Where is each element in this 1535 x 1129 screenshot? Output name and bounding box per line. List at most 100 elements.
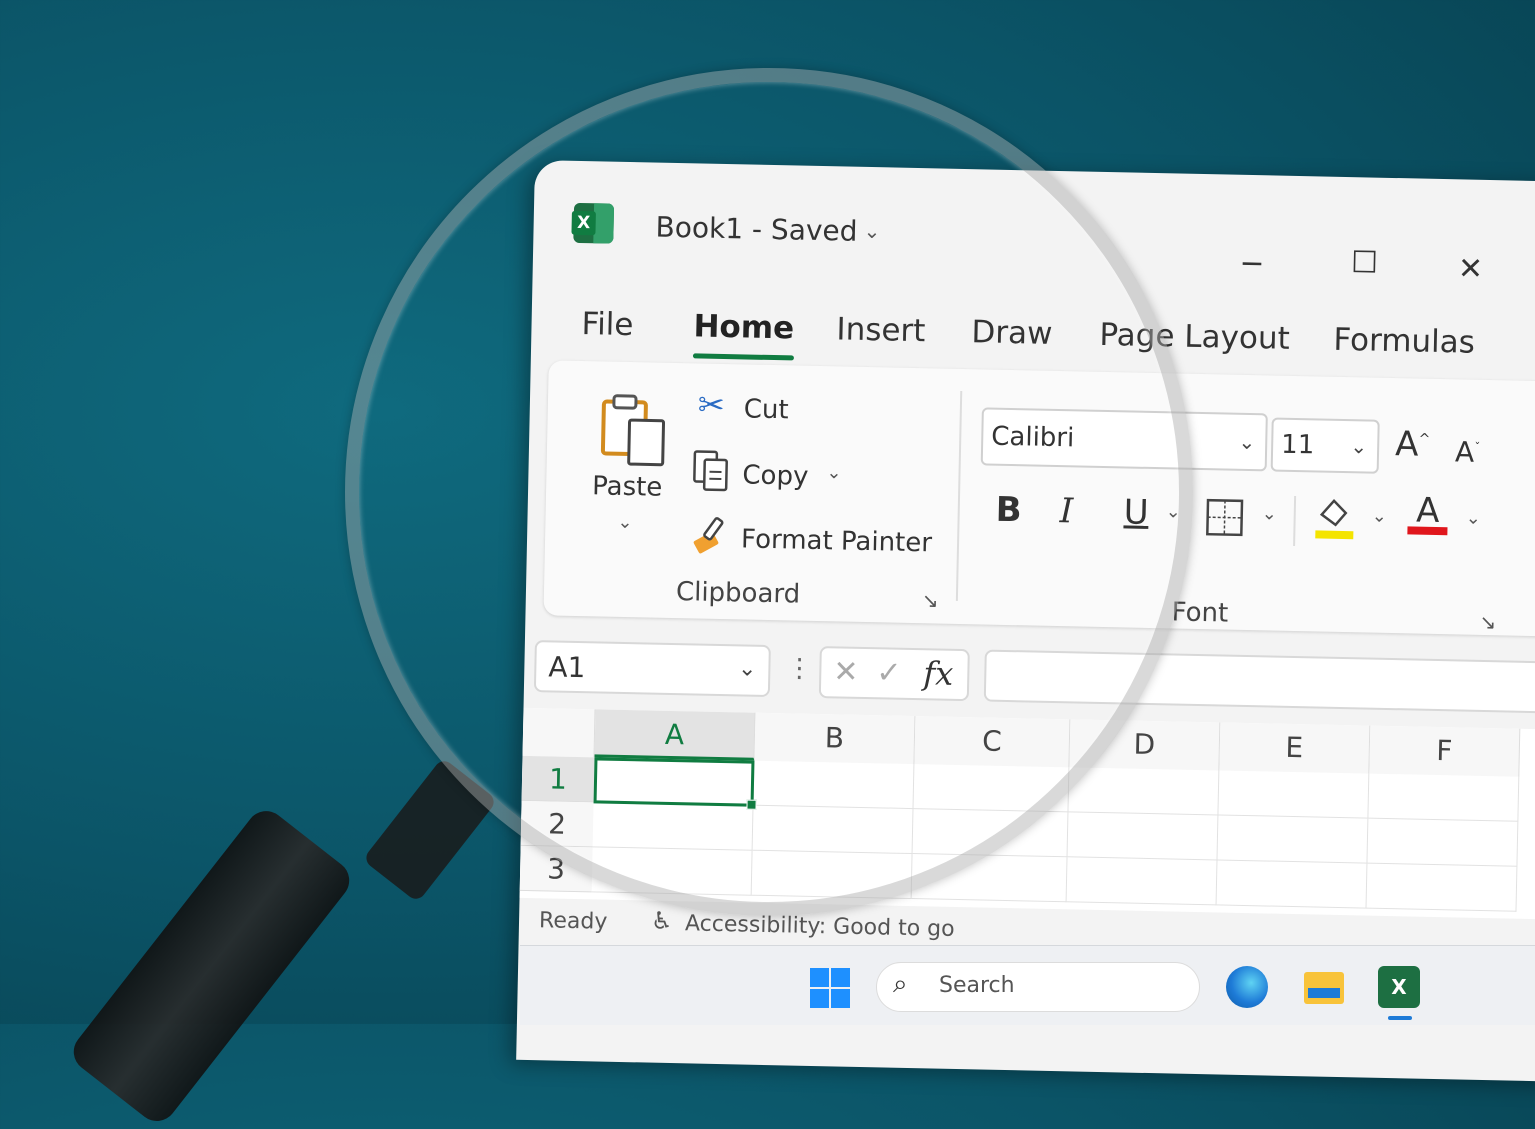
paste-chevron-down-icon[interactable]: ⌄ [617,512,633,533]
cell-d3[interactable] [1067,857,1218,905]
cell-b3[interactable] [752,851,913,899]
font-name-box[interactable]: Calibri ⌄ [981,407,1268,471]
status-ready: Ready [539,908,608,934]
windows-start-icon[interactable] [810,968,850,1008]
copy-button[interactable]: Copy [742,460,809,491]
underline-chevron-down-icon[interactable]: ⌄ [1166,501,1182,522]
increase-font-size-button[interactable]: A^ [1395,424,1431,465]
group-separator [956,391,962,601]
column-header-f[interactable]: F [1369,726,1520,777]
accessibility-status[interactable]: Accessibility: Good to go [685,911,955,942]
tab-file[interactable]: File [581,306,634,343]
insert-function-button[interactable]: fx [923,654,954,693]
copy-icon[interactable] [692,449,731,494]
maximize-button[interactable]: ☐ [1351,245,1379,281]
document-title[interactable]: Book1 - Saved [655,211,858,248]
excel-window: X Book1 - Saved ⌄ ─ ☐ ✕ File Home Insert… [516,160,1535,1082]
paste-icon[interactable] [599,391,671,467]
column-header-b[interactable]: B [754,713,915,764]
cell-b2[interactable] [753,806,914,854]
format-painter-button[interactable]: Format Painter [741,524,933,558]
tab-formulas[interactable]: Formulas [1333,322,1475,361]
cell-b1[interactable] [754,761,915,809]
column-header-d[interactable]: D [1069,719,1220,770]
scissors-icon[interactable]: ✂ [698,385,726,424]
column-header-e[interactable]: E [1219,722,1370,773]
row-header-1[interactable]: 1 [522,756,595,802]
title-bar: X Book1 - Saved ⌄ ─ ☐ ✕ [532,160,1535,302]
column-header-a[interactable]: A [595,709,756,760]
cell-d2[interactable] [1068,812,1219,860]
excel-taskbar-icon[interactable]: X [1378,966,1420,1008]
tab-draw[interactable]: Draw [971,314,1053,352]
bold-button[interactable]: B [995,490,1022,531]
cell-c3[interactable] [912,854,1068,902]
font-name-chevron-down-icon[interactable]: ⌄ [1238,415,1256,469]
cell-e2[interactable] [1217,815,1368,863]
font-size-box[interactable]: 11 ⌄ [1271,417,1380,473]
cell-a3[interactable] [592,847,753,895]
cell-a2[interactable] [593,802,754,850]
excel-logo-icon: X [573,203,614,244]
selected-cell-a1[interactable] [594,757,755,806]
cell-f2[interactable] [1367,819,1518,867]
ribbon-home: Paste ⌄ ✂ Cut Copy ⌄ Format Painter Clip… [543,360,1535,638]
font-color-button[interactable]: A [1407,490,1448,535]
paste-label[interactable]: Paste [592,471,663,502]
cell-e3[interactable] [1217,860,1368,908]
font-launcher-icon[interactable]: ↘ [1479,610,1496,634]
close-button[interactable]: ✕ [1458,251,1484,287]
font-size-value: 11 [1281,430,1315,461]
formula-controls: ✕ ✓ fx [819,646,970,701]
formula-input[interactable] [984,650,1535,717]
more-options-icon[interactable]: ⋮ [786,653,813,684]
edge-browser-icon[interactable] [1226,966,1268,1008]
tab-page-layout[interactable]: Page Layout [1099,317,1290,357]
italic-button[interactable]: I [1059,491,1073,531]
font-size-chevron-down-icon[interactable]: ⌄ [1350,421,1368,471]
cancel-icon[interactable]: ✕ [833,654,859,690]
taskbar-search[interactable]: ⌕ Search [876,962,1200,1012]
row-header-2[interactable]: 2 [521,801,594,847]
clipboard-launcher-icon[interactable]: ↘ [922,588,939,612]
borders-chevron-down-icon[interactable]: ⌄ [1262,503,1278,524]
tab-home[interactable]: Home [693,308,794,346]
title-chevron-down-icon[interactable]: ⌄ [863,219,880,243]
cut-button[interactable]: Cut [744,394,789,425]
cell-d1[interactable] [1068,767,1219,815]
search-icon: ⌕ [893,969,908,1000]
minimize-button[interactable]: ─ [1243,247,1262,282]
cell-f3[interactable] [1367,864,1518,912]
underline-button[interactable]: U [1123,492,1149,533]
borders-icon[interactable] [1205,498,1244,537]
cell-f1[interactable] [1368,774,1519,822]
font-color-chevron-down-icon[interactable]: ⌄ [1465,508,1481,529]
cell-c2[interactable] [913,809,1069,857]
font-name-value: Calibri [991,422,1075,454]
accessibility-icon[interactable]: ♿ [651,907,673,935]
select-all-corner[interactable] [523,708,596,757]
active-app-indicator [1388,1016,1412,1020]
fill-color-chevron-down-icon[interactable]: ⌄ [1372,506,1388,527]
fill-color-swatch [1315,530,1353,539]
file-explorer-icon[interactable] [1304,966,1346,1008]
ribbon-tabs: File Home Insert Draw Page Layout Formul… [581,306,582,356]
magnifier-neck [362,757,497,903]
magnifier-handle [66,803,358,1129]
format-painter-icon[interactable] [691,513,732,556]
row-header-3[interactable]: 3 [520,846,593,892]
copy-chevron-down-icon[interactable]: ⌄ [826,462,842,483]
column-header-c[interactable]: C [914,716,1070,767]
cell-e1[interactable] [1218,770,1369,818]
name-box[interactable]: A1 ⌄ [534,640,771,697]
enter-check-icon[interactable]: ✓ [876,655,902,691]
font-group-label: Font [1171,597,1228,628]
name-box-chevron-down-icon[interactable]: ⌄ [738,656,757,681]
font-color-glyph: A [1407,490,1448,531]
tab-insert[interactable]: Insert [836,311,926,349]
cell-c1[interactable] [913,764,1069,812]
fill-color-icon[interactable] [1313,492,1356,541]
search-placeholder: Search [939,973,1015,998]
name-box-value: A1 [548,650,586,684]
decrease-font-size-button[interactable]: Aˇ [1455,435,1481,469]
